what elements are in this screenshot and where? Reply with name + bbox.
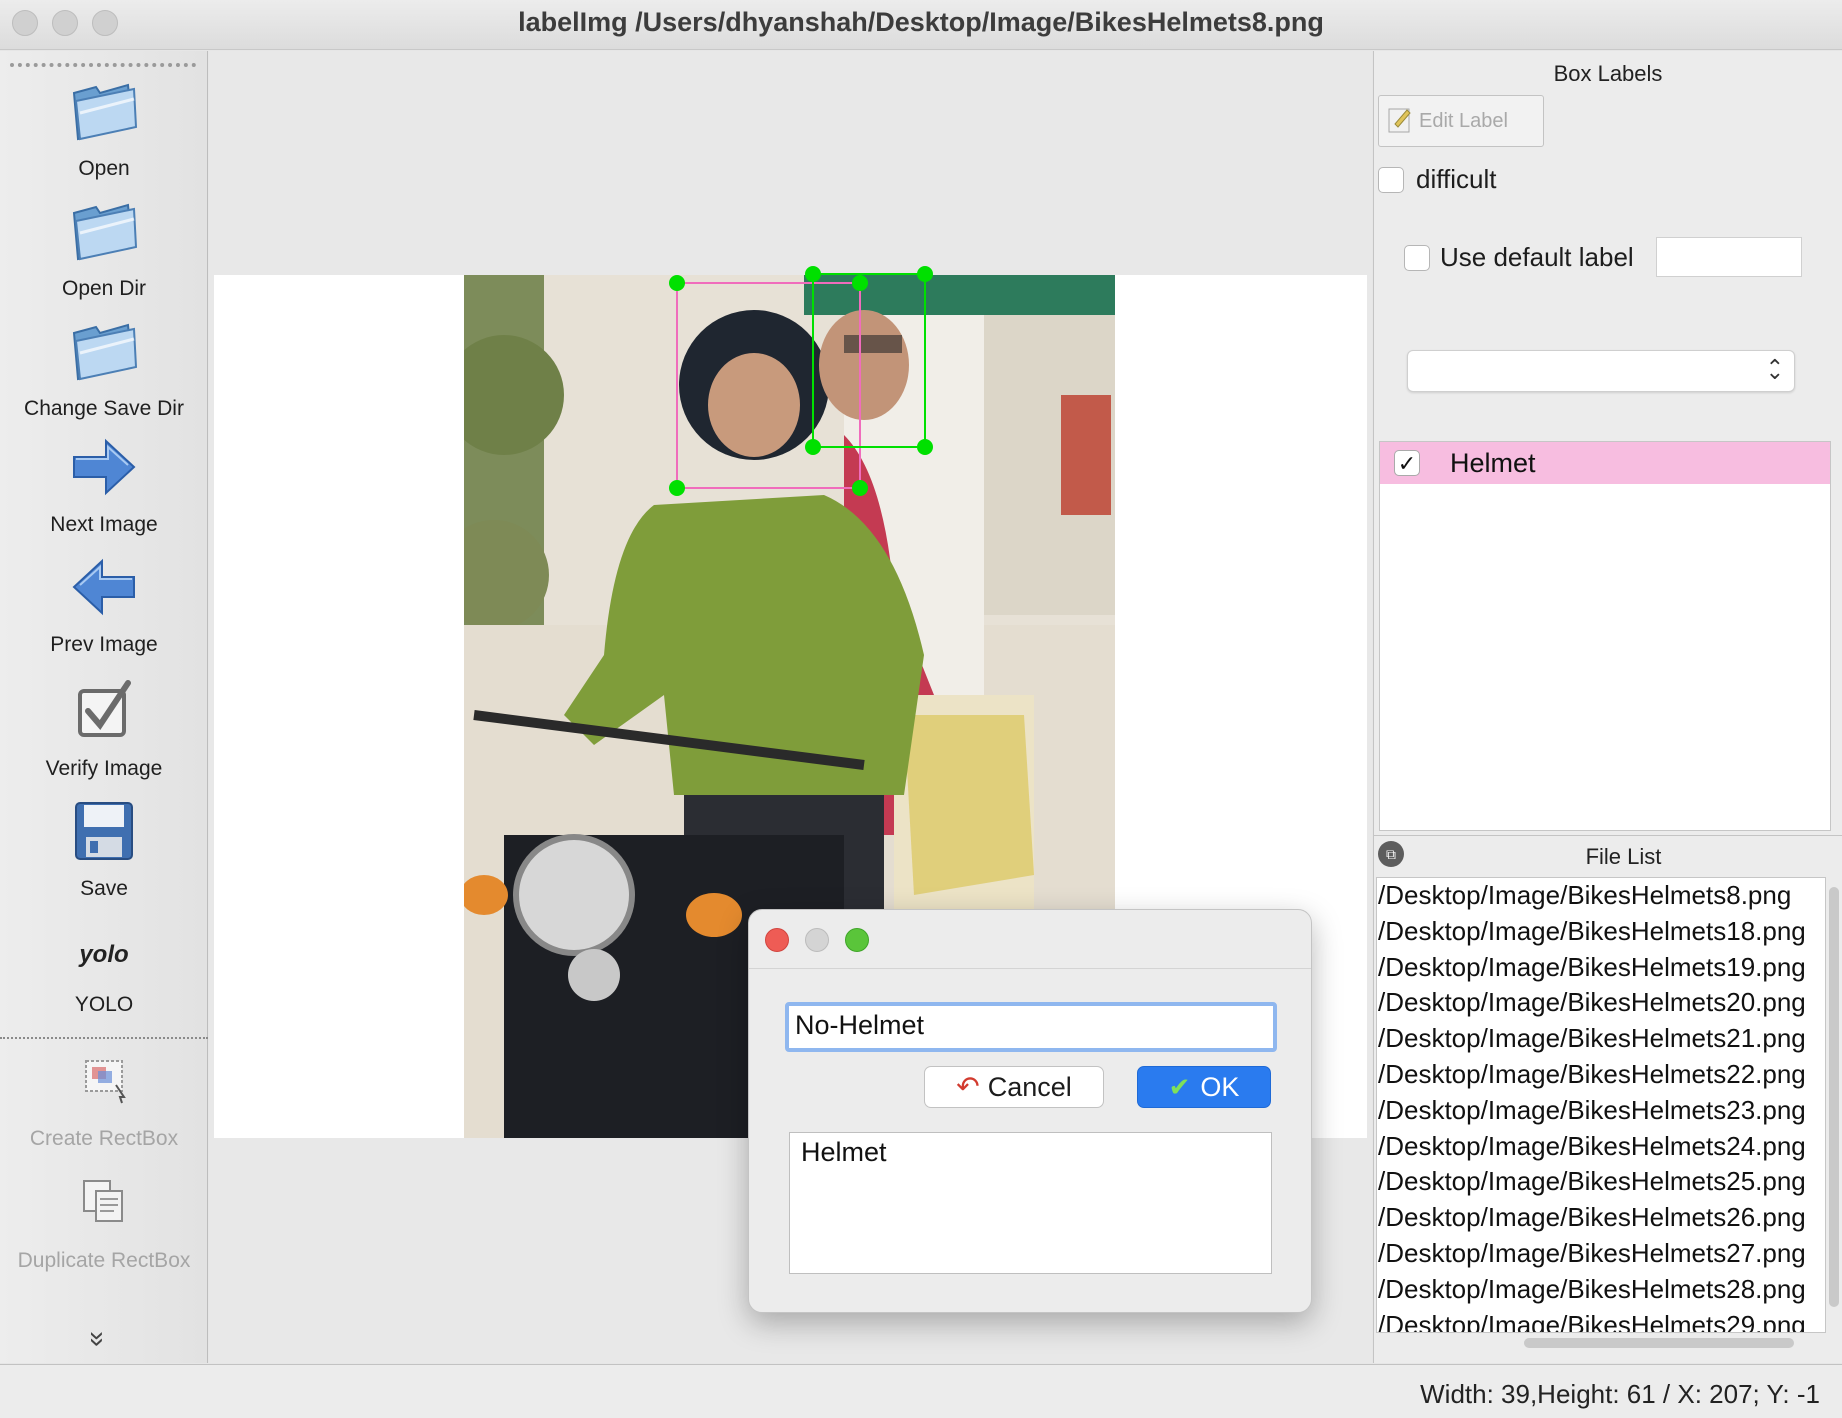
open-label: Open bbox=[78, 157, 130, 180]
yolo-label: YOLO bbox=[74, 993, 134, 1016]
save-label: Save bbox=[80, 877, 128, 900]
folder-open-icon bbox=[72, 203, 138, 261]
verify-image-label: Verify Image bbox=[45, 757, 163, 780]
edit-label-text: Edit Label bbox=[1419, 110, 1508, 132]
next-image-button[interactable]: Next Image bbox=[0, 429, 208, 537]
difficult-checkbox[interactable] bbox=[1378, 167, 1404, 193]
box-handle[interactable] bbox=[917, 439, 933, 455]
file-list-horizontal-scrollbar[interactable] bbox=[1524, 1338, 1794, 1348]
file-list[interactable]: /Desktop/Image/BikesHelmets8.png /Deskto… bbox=[1376, 877, 1826, 1333]
dialog-divider bbox=[749, 968, 1311, 969]
label-list-item-text: Helmet bbox=[1450, 448, 1536, 478]
box-handle[interactable] bbox=[852, 480, 868, 496]
checkbox-checked-icon bbox=[78, 680, 131, 737]
right-dock: Box Labels Edit Label difficult Use defa… bbox=[1373, 51, 1842, 1363]
file-list-item[interactable]: /Desktop/Image/BikesHelmets23.png bbox=[1377, 1093, 1825, 1129]
ok-button[interactable]: ✔ OK bbox=[1137, 1066, 1271, 1108]
file-list-item[interactable]: /Desktop/Image/BikesHelmets21.png bbox=[1377, 1021, 1825, 1057]
yolo-button[interactable]: yolo YOLO bbox=[0, 917, 208, 1017]
title-bar: labelImg /Users/dhyanshah/Desktop/Image/… bbox=[0, 0, 1842, 50]
box-labels-title: Box Labels bbox=[1553, 61, 1663, 86]
next-image-label: Next Image bbox=[50, 513, 158, 536]
file-list-header: ⧉ File List bbox=[1374, 835, 1842, 875]
default-label-input[interactable] bbox=[1656, 237, 1802, 277]
cancel-button[interactable]: ↶ Cancel bbox=[924, 1066, 1104, 1108]
open-button[interactable]: Open bbox=[0, 73, 208, 181]
box-handle[interactable] bbox=[669, 480, 685, 496]
edit-icon bbox=[1388, 108, 1411, 133]
change-save-dir-label: Change Save Dir bbox=[24, 397, 184, 420]
ok-label: OK bbox=[1200, 1072, 1240, 1102]
dialog-close-button[interactable] bbox=[765, 928, 789, 952]
create-rectbox-button[interactable]: Create RectBox bbox=[0, 1043, 208, 1151]
arrow-left-icon bbox=[72, 558, 135, 616]
file-list-item[interactable]: /Desktop/Image/BikesHelmets24.png bbox=[1377, 1129, 1825, 1165]
file-list-item[interactable]: /Desktop/Image/BikesHelmets18.png bbox=[1377, 914, 1825, 950]
toolbar-separator bbox=[0, 1037, 208, 1039]
dialog-zoom-button[interactable] bbox=[845, 928, 869, 952]
label-visible-checkbox[interactable]: ✓ bbox=[1394, 450, 1420, 476]
label-dialog: No-Helmet ↶ Cancel ✔ OK Helmet bbox=[748, 909, 1312, 1313]
box-handle[interactable] bbox=[805, 266, 821, 282]
label-list[interactable]: ✓ Helmet bbox=[1379, 441, 1831, 831]
label-suggestion-list[interactable]: Helmet bbox=[789, 1132, 1272, 1274]
toolbar: Open Open Dir Change Save Dir Next Image… bbox=[0, 51, 208, 1363]
save-button[interactable]: Save bbox=[0, 793, 208, 901]
change-save-dir-button[interactable]: Change Save Dir bbox=[0, 313, 208, 421]
dialog-minimize-button[interactable] bbox=[805, 928, 829, 952]
difficult-label: difficult bbox=[1416, 164, 1497, 194]
file-list-item[interactable]: /Desktop/Image/BikesHelmets19.png bbox=[1377, 950, 1825, 986]
box-handle[interactable] bbox=[917, 266, 933, 282]
duplicate-rectbox-label: Duplicate RectBox bbox=[17, 1249, 191, 1272]
duplicate-icon bbox=[83, 1180, 123, 1222]
file-list-item[interactable]: /Desktop/Image/BikesHelmets20.png bbox=[1377, 985, 1825, 1021]
file-list-item[interactable]: /Desktop/Image/BikesHelmets29.png bbox=[1377, 1308, 1825, 1332]
create-rectbox-icon bbox=[85, 1060, 126, 1104]
open-dir-button[interactable]: Open Dir bbox=[0, 193, 208, 301]
file-list-item[interactable]: /Desktop/Image/BikesHelmets26.png bbox=[1377, 1200, 1825, 1236]
create-rectbox-label: Create RectBox bbox=[29, 1127, 179, 1150]
prev-image-button[interactable]: Prev Image bbox=[0, 549, 208, 657]
checkmark-icon: ✔ bbox=[1168, 1072, 1191, 1102]
file-list-vertical-scrollbar[interactable] bbox=[1829, 887, 1839, 1307]
box-handle[interactable] bbox=[805, 439, 821, 455]
undo-arrow-icon: ↶ bbox=[956, 1071, 980, 1102]
bounding-box-no-helmet[interactable] bbox=[812, 273, 926, 448]
label-list-item[interactable]: ✓ Helmet bbox=[1380, 442, 1830, 484]
folder-open-icon bbox=[72, 323, 138, 381]
use-default-label-checkbox[interactable] bbox=[1404, 245, 1430, 271]
window-title: labelImg /Users/dhyanshah/Desktop/Image/… bbox=[518, 7, 1324, 37]
prev-image-label: Prev Image bbox=[50, 633, 158, 656]
open-dir-label: Open Dir bbox=[61, 277, 147, 300]
bounding-box-helmet[interactable] bbox=[676, 282, 861, 489]
edit-label-button[interactable]: Edit Label bbox=[1378, 95, 1544, 147]
use-default-label-text: Use default label bbox=[1440, 242, 1634, 272]
file-list-item[interactable]: /Desktop/Image/BikesHelmets28.png bbox=[1377, 1272, 1825, 1308]
box-handle[interactable] bbox=[669, 275, 685, 291]
label-combo-box[interactable]: ⌃ ⌄ bbox=[1407, 350, 1795, 392]
status-bar: Width: 39,Height: 61 / X: 207; Y: -1 bbox=[0, 1364, 1842, 1418]
file-list-item[interactable]: /Desktop/Image/BikesHelmets8.png bbox=[1377, 878, 1825, 914]
updown-chevron-icon: ⌃ ⌄ bbox=[1765, 355, 1784, 384]
status-text: Width: 39,Height: 61 / X: 207; Y: -1 bbox=[1420, 1379, 1820, 1409]
folder-open-icon bbox=[72, 83, 138, 141]
box-handle[interactable] bbox=[852, 275, 868, 291]
suggestion-item[interactable]: Helmet bbox=[801, 1137, 887, 1168]
file-list-item[interactable]: /Desktop/Image/BikesHelmets27.png bbox=[1377, 1236, 1825, 1272]
file-list-item[interactable]: /Desktop/Image/BikesHelmets22.png bbox=[1377, 1057, 1825, 1093]
cancel-label: Cancel bbox=[987, 1072, 1072, 1102]
floppy-disk-icon bbox=[75, 802, 133, 860]
toolbar-overflow-icon[interactable]: » bbox=[82, 1331, 114, 1347]
file-list-item[interactable]: /Desktop/Image/BikesHelmets25.png bbox=[1377, 1164, 1825, 1200]
arrow-right-icon bbox=[73, 438, 136, 496]
duplicate-rectbox-button[interactable]: Duplicate RectBox bbox=[0, 1165, 208, 1273]
label-name-input[interactable]: No-Helmet bbox=[785, 1002, 1277, 1052]
toolbar-grip[interactable] bbox=[10, 63, 196, 67]
yolo-format-icon: yolo bbox=[79, 941, 129, 968]
verify-image-button[interactable]: Verify Image bbox=[0, 673, 208, 781]
file-list-title: File List bbox=[1585, 844, 1662, 869]
